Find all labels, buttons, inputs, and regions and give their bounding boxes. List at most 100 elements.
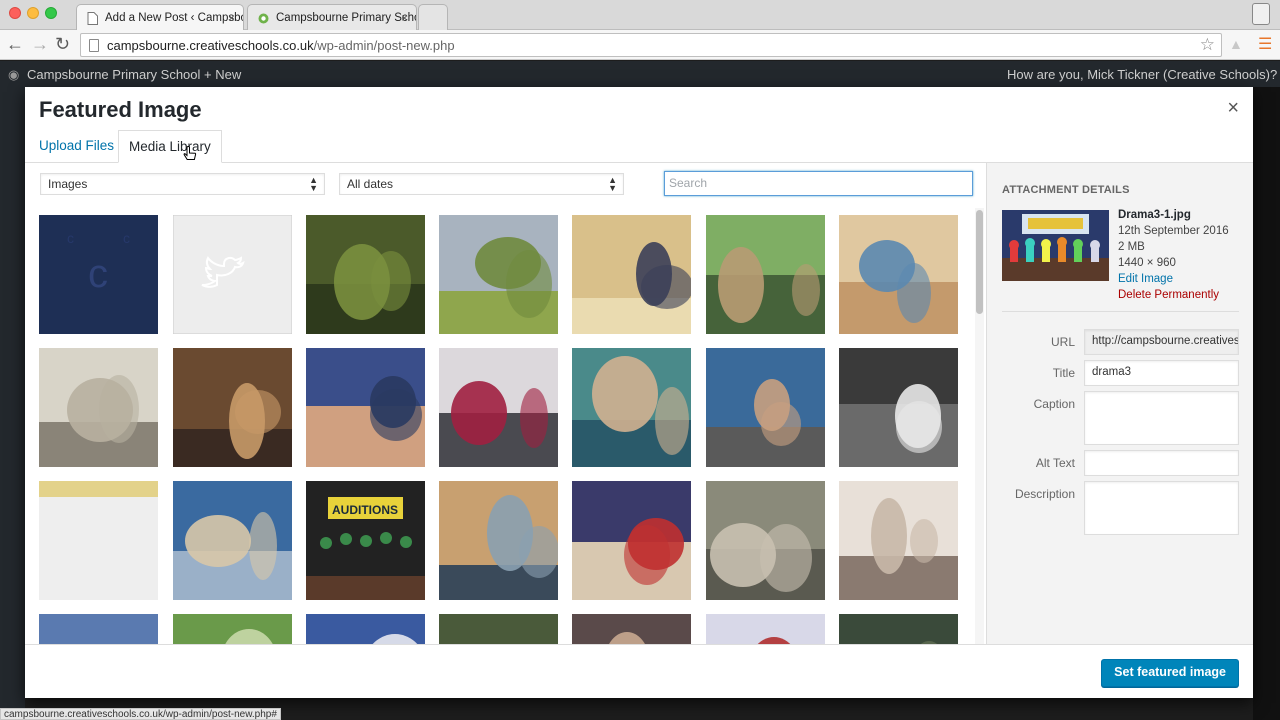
media-thumbnail[interactable]: [306, 614, 425, 644]
media-thumbnail[interactable]: [706, 348, 825, 467]
attachment-date: 12th September 2016: [1118, 225, 1229, 237]
media-thumbnail[interactable]: [173, 215, 292, 334]
select-arrows-icon: ▲ ▼: [608, 175, 617, 193]
media-thumbnail[interactable]: [439, 481, 558, 600]
attachment-filename: Drama3-1.jpg: [1118, 209, 1191, 221]
back-arrow-icon[interactable]: ←: [6, 34, 24, 54]
date-filter-value: All dates: [347, 177, 394, 191]
media-thumbnail[interactable]: [706, 481, 825, 600]
set-featured-image-button[interactable]: Set featured image: [1101, 659, 1239, 687]
wordpress-logo-icon[interactable]: ◉: [8, 67, 19, 83]
media-type-value: Images: [48, 177, 88, 191]
close-icon[interactable]: ×: [1227, 97, 1239, 120]
media-thumbnail[interactable]: [173, 614, 292, 644]
media-thumbnail[interactable]: [839, 348, 958, 467]
media-thumbnail[interactable]: [572, 614, 691, 644]
media-thumbnail[interactable]: [572, 481, 691, 600]
page-backdrop: [1253, 87, 1280, 720]
selected-attachment-thumbnail: [1002, 210, 1109, 281]
media-type-filter[interactable]: Images ▲ ▼: [40, 173, 325, 195]
page-icon: [89, 39, 99, 52]
address-bar[interactable]: campsbourne.creativeschools.co.uk/wp-adm…: [80, 33, 1222, 57]
divider: [1002, 311, 1239, 312]
url-field[interactable]: http://campsbourne.creativeschools.co.uk…: [1084, 329, 1239, 355]
close-window-button[interactable]: [9, 7, 21, 19]
caption-field[interactable]: [1084, 391, 1239, 445]
search-placeholder: Search: [669, 176, 708, 190]
media-thumbnail[interactable]: AUDITIONS: [306, 481, 425, 600]
browser-tab-add-post[interactable]: Add a New Post ‹ Campsbo ×: [76, 4, 244, 30]
media-thumbnail[interactable]: [839, 215, 958, 334]
menu-icon[interactable]: ☰: [1258, 34, 1272, 54]
description-label: Description: [1014, 487, 1075, 501]
alt-text-field[interactable]: [1084, 450, 1239, 476]
date-filter[interactable]: All dates ▲ ▼: [339, 173, 624, 195]
media-thumbnail[interactable]: [839, 481, 958, 600]
media-thumbnail[interactable]: [173, 348, 292, 467]
close-tab-icon[interactable]: ×: [228, 11, 235, 25]
delete-permanently-link[interactable]: Delete Permanently: [1118, 287, 1229, 303]
site-favicon-icon: [258, 13, 269, 24]
url-path: /wp-admin/post-new.php: [313, 38, 455, 53]
url-host: campsbourne.creativeschools.co.uk: [107, 38, 314, 53]
browser-toolbar: ← → ↻ campsbourne.creativeschools.co.uk/…: [0, 30, 1280, 60]
new-content-link[interactable]: + New: [204, 67, 241, 82]
forward-arrow-icon[interactable]: →: [31, 34, 49, 54]
svg-text:c: c: [88, 252, 108, 296]
zoom-window-button[interactable]: [45, 7, 57, 19]
modal-footer: Set featured image: [25, 644, 1253, 698]
status-bar-url: campsbourne.creativeschools.co.uk/wp-adm…: [0, 708, 281, 720]
media-thumbnail[interactable]: [39, 481, 158, 600]
minimize-window-button[interactable]: [27, 7, 39, 19]
browser-tabstrip: Add a New Post ‹ Campsbo × Campsbourne P…: [0, 0, 1280, 30]
media-thumbnail[interactable]: [439, 348, 558, 467]
url-label: URL: [1050, 335, 1075, 349]
document-icon: [87, 12, 98, 25]
attachment-size: 2 MB: [1118, 241, 1145, 253]
tab-label: Add a New Post ‹ Campsbo: [105, 12, 244, 24]
select-arrows-icon: ▲ ▼: [309, 175, 318, 193]
media-thumbnail[interactable]: ccc: [39, 215, 158, 334]
alt-text-label: Alt Text: [1035, 456, 1075, 470]
grid-scrollbar[interactable]: [975, 208, 984, 644]
edit-image-link[interactable]: Edit Image: [1118, 271, 1229, 287]
media-thumbnail[interactable]: [306, 215, 425, 334]
scrollbar-thumb[interactable]: [976, 210, 983, 314]
media-thumbnail[interactable]: [839, 614, 958, 644]
reload-icon[interactable]: ↻: [55, 34, 70, 54]
media-thumbnail[interactable]: [173, 481, 292, 600]
site-name-link[interactable]: Campsbourne Primary School: [27, 67, 200, 82]
media-thumbnail[interactable]: [439, 614, 558, 644]
attachment-details-heading: Attachment Details: [1002, 184, 1130, 196]
caption-label: Caption: [1033, 397, 1075, 411]
tab-upload-files[interactable]: Upload Files: [29, 130, 124, 163]
tab-media-library[interactable]: Media Library: [118, 130, 222, 163]
wp-admin-menu: [0, 87, 25, 720]
media-thumbnail[interactable]: [706, 614, 825, 644]
hand-cursor-icon: [183, 146, 197, 160]
new-tab-button[interactable]: [418, 4, 448, 30]
svg-text:c: c: [67, 230, 74, 246]
attachment-details-sidebar: Attachment Details Drama3-1.jpg 12th Sep…: [986, 163, 1253, 644]
svg-text:c: c: [123, 230, 130, 246]
profile-icon[interactable]: [1252, 3, 1270, 25]
account-greeting[interactable]: How are you, Mick Tickner (Creative Scho…: [1007, 67, 1277, 82]
media-thumbnail[interactable]: [39, 614, 158, 644]
extension-icon[interactable]: ▲: [1229, 36, 1243, 52]
media-thumbnail[interactable]: [306, 348, 425, 467]
browser-tab-campsbourne[interactable]: Campsbourne Primary Scho ×: [247, 4, 417, 30]
title-field[interactable]: drama3: [1084, 360, 1239, 386]
tab-label: Campsbourne Primary Scho: [276, 12, 417, 24]
media-thumbnail[interactable]: [439, 215, 558, 334]
search-input[interactable]: Search: [664, 171, 973, 196]
media-thumbnail[interactable]: [706, 215, 825, 334]
description-field[interactable]: [1084, 481, 1239, 535]
bookmark-star-icon[interactable]: ☆: [1200, 35, 1215, 55]
media-thumbnail[interactable]: [572, 215, 691, 334]
media-thumbnail[interactable]: [572, 348, 691, 467]
modal-tabs: Upload Files Media Library: [25, 130, 1253, 163]
media-thumbnail[interactable]: [39, 348, 158, 467]
modal-title: Featured Image: [39, 97, 202, 122]
attachment-dimensions: 1440 × 960: [1118, 257, 1176, 269]
close-tab-icon[interactable]: ×: [401, 11, 408, 25]
